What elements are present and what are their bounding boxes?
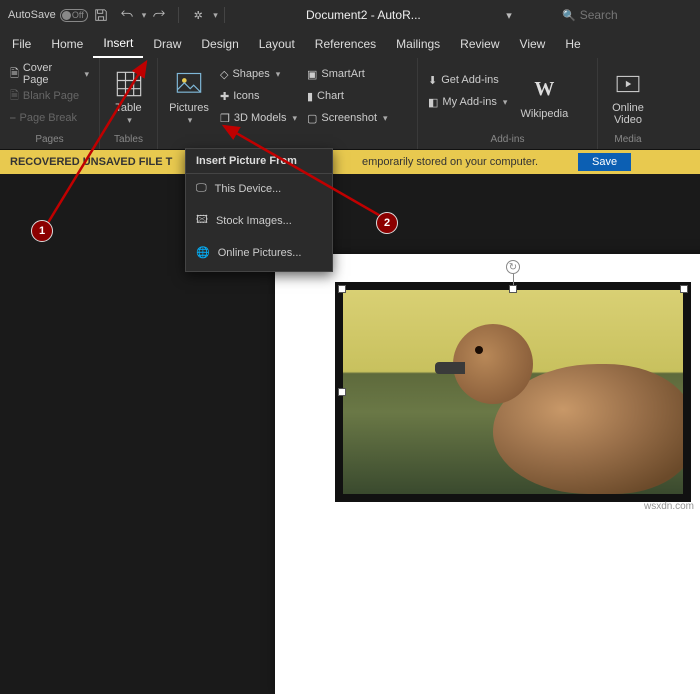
callout-1: 1 [31, 220, 53, 242]
get-addins-button[interactable]: ⬇Get Add-ins [424, 70, 511, 90]
page-icon: 🗎 [10, 65, 19, 84]
dropdown-header: Insert Picture From [186, 149, 332, 174]
break-icon: ⎯ [10, 112, 16, 125]
search-icon: 🔍 [562, 9, 576, 22]
title-dropdown-icon[interactable]: ▾ [498, 4, 520, 26]
handle-ml[interactable] [338, 388, 346, 396]
redo-icon[interactable] [148, 4, 170, 26]
group-illustrations: Pictures▾ ◇Shapes▾ ✚Icons ❒3D Models▾ ▣S… [158, 58, 418, 149]
table-icon [113, 68, 145, 100]
menu-bar: File Home Insert Draw Design Layout Refe… [0, 30, 700, 58]
blank-page-button[interactable]: 🗎Blank Page [6, 86, 93, 106]
wikipedia-icon: W [528, 74, 560, 106]
dd-stock-images[interactable]: 🖾Stock Images... [186, 203, 332, 238]
screenshot-button[interactable]: ▢Screenshot▾ [303, 108, 392, 128]
table-button[interactable]: Table▾ [106, 62, 151, 132]
autosave-label: AutoSave [8, 9, 56, 21]
store-icon: ⬇ [428, 74, 437, 87]
chart-button[interactable]: ▮Chart [303, 86, 392, 106]
ribbon: 🗎Cover Page▾ 🗎Blank Page ⎯Page Break Pag… [0, 58, 700, 150]
search-box[interactable]: 🔍 [562, 8, 692, 22]
online-icon: 🌐 [196, 246, 210, 259]
watermark: wsxdn.com [644, 501, 694, 512]
icons-button[interactable]: ✚Icons [216, 86, 301, 106]
icons-icon: ✚ [220, 90, 229, 103]
undo-icon[interactable] [116, 4, 138, 26]
chart-icon: ▮ [307, 90, 313, 103]
recovery-save-button[interactable]: Save [578, 153, 631, 171]
menu-layout[interactable]: Layout [249, 30, 305, 58]
device-icon: 🖵 [196, 182, 207, 195]
group-tables: Table▾ Tables [100, 58, 158, 149]
handle-tm[interactable] [509, 285, 517, 293]
document-page[interactable]: ↻ [275, 254, 700, 694]
pictures-button[interactable]: Pictures▾ [164, 62, 214, 132]
save-icon[interactable] [90, 4, 112, 26]
group-addins: ⬇Get Add-ins ◧My Add-ins▾ W Wikipedia Ad… [418, 58, 598, 149]
autosave-toggle[interactable]: AutoSave Off [8, 9, 88, 22]
duck-image [343, 290, 683, 494]
shapes-button[interactable]: ◇Shapes▾ [216, 64, 301, 84]
pictures-dropdown: Insert Picture From 🖵This Device... 🖾Sto… [185, 148, 333, 272]
stock-icon: 🖾 [196, 211, 208, 230]
recovery-text-b: emporarily stored on your computer. [362, 156, 538, 168]
menu-review[interactable]: Review [450, 30, 509, 58]
menu-mailings[interactable]: Mailings [386, 30, 450, 58]
page-break-button[interactable]: ⎯Page Break [6, 108, 93, 128]
menu-file[interactable]: File [2, 30, 41, 58]
handle-tr[interactable] [680, 285, 688, 293]
document-title: Document2 - AutoR... [231, 8, 496, 22]
toggle-switch[interactable]: Off [60, 9, 88, 22]
brightness-chevron[interactable]: ▾ [213, 10, 218, 21]
page-icon: 🗎 [10, 87, 19, 106]
group-media: Online Video Media [598, 58, 658, 149]
smartart-button[interactable]: ▣SmartArt [303, 64, 392, 84]
menu-home[interactable]: Home [41, 30, 93, 58]
menu-view[interactable]: View [510, 30, 556, 58]
smartart-icon: ▣ [307, 68, 317, 81]
3d-models-button[interactable]: ❒3D Models▾ [216, 108, 301, 128]
group-label-tables: Tables [106, 134, 151, 145]
group-pages: 🗎Cover Page▾ 🗎Blank Page ⎯Page Break Pag… [0, 58, 100, 149]
recovery-bar: RECOVERED UNSAVED FILE T emporarily stor… [0, 150, 700, 174]
shapes-icon: ◇ [220, 68, 228, 81]
video-icon [612, 68, 644, 100]
rotate-handle[interactable]: ↻ [506, 260, 520, 274]
cover-page-button[interactable]: 🗎Cover Page▾ [6, 64, 93, 84]
handle-tl[interactable] [338, 285, 346, 293]
dd-this-device[interactable]: 🖵This Device... [186, 174, 332, 203]
group-label-pages: Pages [6, 134, 93, 145]
workspace: ↻ [0, 174, 700, 516]
undo-more-chevron[interactable]: ▾ [142, 10, 147, 21]
pictures-icon [173, 68, 205, 100]
search-input[interactable] [580, 8, 700, 22]
my-addins-button[interactable]: ◧My Add-ins▾ [424, 92, 511, 112]
menu-insert[interactable]: Insert [93, 30, 143, 58]
cube-icon: ❒ [220, 112, 230, 125]
brightness-icon[interactable]: ✲ [187, 4, 209, 26]
callout-2: 2 [376, 212, 398, 234]
screenshot-icon: ▢ [307, 112, 317, 125]
menu-design[interactable]: Design [191, 30, 248, 58]
title-bar: AutoSave Off ▾ ✲ ▾ Document2 - AutoR... … [0, 0, 700, 30]
menu-help[interactable]: He [555, 30, 590, 58]
recovery-text-a: RECOVERED UNSAVED FILE T [10, 156, 172, 168]
group-label-addins: Add-ins [424, 134, 591, 145]
addins-icon: ◧ [428, 96, 438, 109]
menu-draw[interactable]: Draw [143, 30, 191, 58]
menu-references[interactable]: References [305, 30, 386, 58]
group-label-media: Media [604, 134, 652, 145]
dd-online-pictures[interactable]: 🌐Online Pictures... [186, 238, 332, 267]
online-video-button[interactable]: Online Video [604, 62, 652, 132]
wikipedia-button[interactable]: W Wikipedia [513, 62, 575, 132]
selected-picture[interactable]: ↻ [335, 282, 691, 502]
